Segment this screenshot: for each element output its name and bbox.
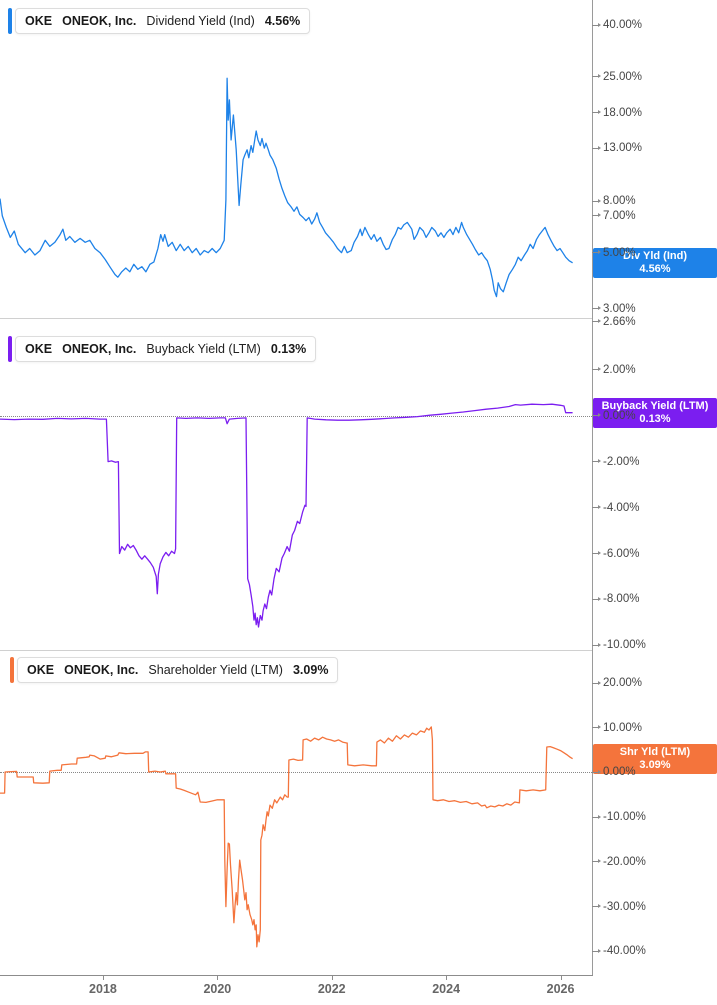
legend-color-bar <box>10 657 14 683</box>
y-tick-label: 2.00% <box>603 363 636 376</box>
multi-chart-panel: OKE ONEOK, Inc. Dividend Yield (Ind) 4.5… <box>0 0 717 1005</box>
line-chart-0[interactable] <box>0 0 592 318</box>
legend-shareholder-yield[interactable]: OKE ONEOK, Inc. Shareholder Yield (LTM) … <box>10 657 339 683</box>
series-line <box>0 77 573 298</box>
y-tick-mark <box>592 814 601 819</box>
badge-value: 4.56% <box>639 262 671 275</box>
series-value: 0.13% <box>270 342 307 356</box>
x-tick-mark <box>446 975 448 980</box>
y-tick-label: -40.00% <box>603 945 646 958</box>
y-tick-label: 10.00% <box>603 721 643 734</box>
y-tick-mark <box>592 198 601 203</box>
series-value: 4.56% <box>264 14 301 28</box>
y-axis-line <box>592 0 593 975</box>
y-tick-mark <box>592 145 601 150</box>
badge-series-label: Shr Yld (LTM) <box>619 745 691 758</box>
line-chart-2[interactable] <box>0 650 592 975</box>
legend-color-bar <box>8 336 12 362</box>
y-tick-label: -10.00% <box>603 811 646 824</box>
y-tick-mark <box>592 413 601 418</box>
y-tick-label: 0.00% <box>603 766 636 779</box>
y-tick-mark <box>592 22 601 27</box>
legend-box: OKE ONEOK, Inc. Dividend Yield (Ind) 4.5… <box>15 8 311 34</box>
x-tick-label: 2026 <box>546 982 575 996</box>
x-tick-mark <box>560 975 562 980</box>
y-tick-mark <box>592 213 601 218</box>
y-tick-label: 7.00% <box>603 209 636 222</box>
ticker: OKE <box>27 663 55 677</box>
y-tick-label: -30.00% <box>603 900 646 913</box>
x-tick-label: 2022 <box>317 982 346 996</box>
y-tick-mark <box>592 110 601 114</box>
series-name: Buyback Yield (LTM) <box>146 342 261 356</box>
company-name: ONEOK, Inc. <box>64 663 139 677</box>
x-axis-line <box>0 975 593 976</box>
y-tick-mark <box>592 459 601 464</box>
y-tick-mark <box>592 250 601 255</box>
y-tick-label: -20.00% <box>603 855 646 868</box>
company-name: ONEOK, Inc. <box>62 342 137 356</box>
ticker: OKE <box>25 14 53 28</box>
series-name: Shareholder Yield (LTM) <box>148 663 283 677</box>
y-tick-mark <box>592 642 601 647</box>
y-tick-label: 3.00% <box>603 302 636 315</box>
y-tick-mark <box>592 859 601 864</box>
y-tick-mark <box>592 505 601 510</box>
y-tick-mark <box>592 769 601 774</box>
y-tick-mark <box>592 74 601 79</box>
series-line <box>0 726 573 948</box>
y-tick-label: -6.00% <box>603 547 640 560</box>
line-chart-1[interactable] <box>0 318 592 650</box>
x-tick-mark <box>331 975 333 980</box>
y-tick-label: 25.00% <box>603 70 643 83</box>
y-tick-label: 5.00% <box>603 246 636 259</box>
y-tick-label: 20.00% <box>603 677 643 690</box>
y-tick-label: -2.00% <box>603 455 640 468</box>
legend-buyback-yield[interactable]: OKE ONEOK, Inc. Buyback Yield (LTM) 0.13… <box>8 336 317 362</box>
y-tick-label: 13.00% <box>603 142 643 155</box>
y-tick-mark <box>592 551 601 555</box>
y-tick-mark <box>592 596 601 601</box>
x-tick-mark <box>102 975 104 980</box>
company-name: ONEOK, Inc. <box>62 14 137 28</box>
series-line <box>0 403 573 628</box>
y-tick-label: -4.00% <box>603 501 640 514</box>
y-tick-mark <box>592 725 601 730</box>
x-tick-label: 2020 <box>203 982 232 996</box>
y-tick-mark <box>592 948 601 953</box>
y-tick-label: 8.00% <box>603 195 636 208</box>
y-tick-mark <box>592 306 601 311</box>
legend-box: OKE ONEOK, Inc. Shareholder Yield (LTM) … <box>17 657 339 683</box>
legend-box: OKE ONEOK, Inc. Buyback Yield (LTM) 0.13… <box>15 336 317 362</box>
legend-color-bar <box>8 8 12 34</box>
y-tick-label: 2.66% <box>603 315 636 328</box>
y-tick-label: -10.00% <box>603 639 646 652</box>
y-tick-label: 18.00% <box>603 106 643 119</box>
y-tick-mark <box>592 680 601 685</box>
y-tick-mark <box>592 904 601 909</box>
x-tick-label: 2018 <box>89 982 117 996</box>
legend-dividend-yield[interactable]: OKE ONEOK, Inc. Dividend Yield (Ind) 4.5… <box>8 8 311 34</box>
series-value: 3.09% <box>292 663 329 677</box>
ticker: OKE <box>25 342 53 356</box>
y-tick-mark <box>592 319 601 324</box>
y-tick-mark <box>592 367 601 372</box>
series-name: Dividend Yield (Ind) <box>146 14 255 28</box>
y-tick-label: 0.00% <box>603 409 636 422</box>
y-tick-label: 40.00% <box>603 19 643 32</box>
x-tick-label: 2024 <box>432 982 461 996</box>
y-tick-label: -8.00% <box>603 593 640 606</box>
x-tick-mark <box>217 975 219 980</box>
